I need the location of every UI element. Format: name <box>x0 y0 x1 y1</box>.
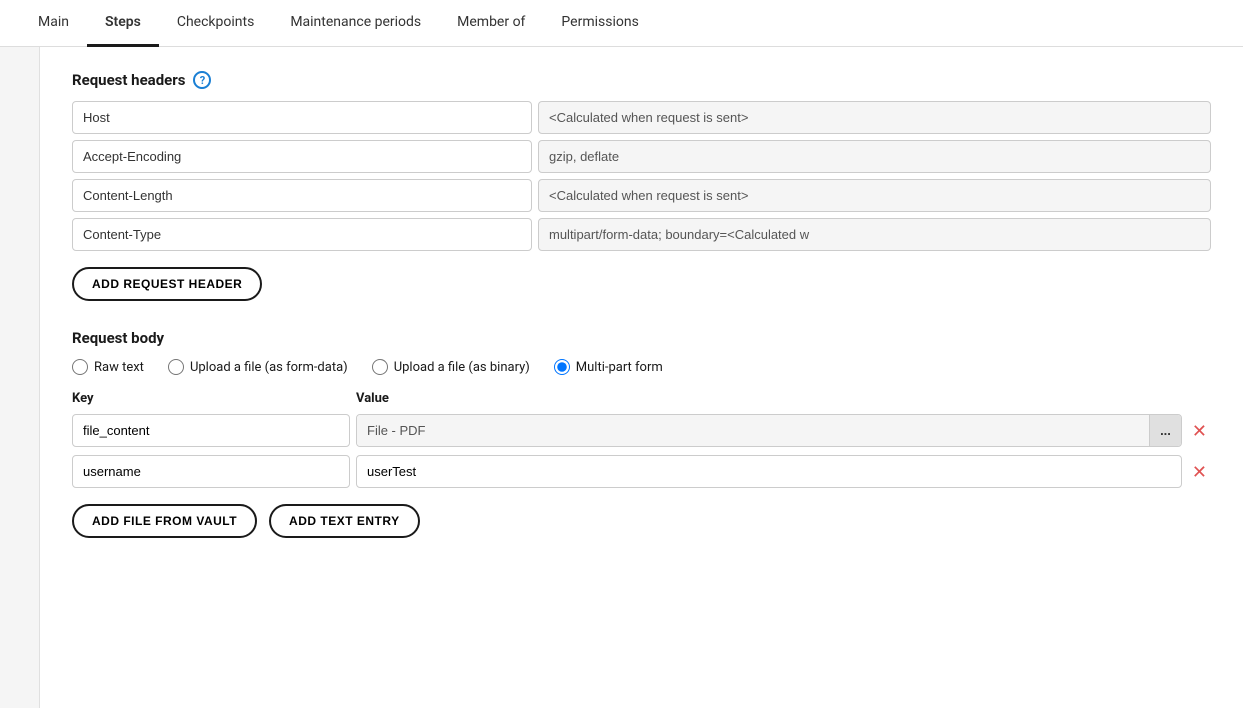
header-row <box>72 101 1211 134</box>
tab-permissions[interactable]: Permissions <box>543 0 656 47</box>
kv-row: ✕ <box>72 455 1211 488</box>
kv-key-header: Key <box>72 391 350 406</box>
kv-key-username[interactable] <box>72 455 350 488</box>
sidebar <box>0 47 40 708</box>
header-value-content-length[interactable] <box>538 179 1211 212</box>
main-panel: Request headers ? <box>40 47 1243 708</box>
radio-upload-form-data-input[interactable] <box>168 359 184 375</box>
request-body-section: Request body Raw text Upload a file (as … <box>72 329 1211 538</box>
request-headers-section-title: Request headers ? <box>72 71 1211 89</box>
radio-multi-part[interactable]: Multi-part form <box>554 359 663 375</box>
radio-upload-binary[interactable]: Upload a file (as binary) <box>372 359 530 375</box>
radio-upload-form-data-label: Upload a file (as form-data) <box>190 360 348 375</box>
kv-value-file-content[interactable] <box>357 415 1149 446</box>
kv-value-file-content-wrapper: ... <box>356 414 1182 447</box>
add-file-from-vault-button[interactable]: ADD FILE FROM VAULT <box>72 504 257 538</box>
tab-bar: Main Steps Checkpoints Maintenance perio… <box>0 0 1243 47</box>
request-headers-help-icon[interactable]: ? <box>193 71 211 89</box>
page-content: Request headers ? <box>0 47 1243 708</box>
tab-member-of[interactable]: Member of <box>439 0 543 47</box>
header-row <box>72 218 1211 251</box>
header-key-host[interactable] <box>72 101 532 134</box>
radio-upload-binary-label: Upload a file (as binary) <box>394 360 530 375</box>
kv-browse-button[interactable]: ... <box>1149 415 1181 446</box>
radio-upload-form-data[interactable]: Upload a file (as form-data) <box>168 359 348 375</box>
kv-value-username[interactable] <box>356 455 1182 488</box>
radio-raw-text-input[interactable] <box>72 359 88 375</box>
action-buttons: ADD FILE FROM VAULT ADD TEXT ENTRY <box>72 504 1211 538</box>
request-headers-label: Request headers <box>72 71 185 89</box>
request-body-section-title: Request body <box>72 329 1211 347</box>
header-row <box>72 179 1211 212</box>
header-key-content-length[interactable] <box>72 179 532 212</box>
header-value-host[interactable] <box>538 101 1211 134</box>
tab-steps[interactable]: Steps <box>87 0 159 47</box>
request-body-label: Request body <box>72 329 164 347</box>
tab-main[interactable]: Main <box>20 0 87 47</box>
header-key-content-type[interactable] <box>72 218 532 251</box>
add-request-header-button[interactable]: ADD REQUEST HEADER <box>72 267 262 301</box>
radio-raw-text-label: Raw text <box>94 360 144 375</box>
kv-delete-button-0[interactable]: ✕ <box>1188 418 1211 444</box>
radio-upload-binary-input[interactable] <box>372 359 388 375</box>
tab-checkpoints[interactable]: Checkpoints <box>159 0 272 47</box>
kv-delete-button-1[interactable]: ✕ <box>1188 459 1211 485</box>
kv-rows: ... ✕ ✕ <box>72 414 1211 488</box>
header-value-content-type[interactable] <box>538 218 1211 251</box>
header-value-accept-encoding[interactable] <box>538 140 1211 173</box>
header-row <box>72 140 1211 173</box>
kv-value-header: Value <box>356 391 1211 406</box>
radio-group: Raw text Upload a file (as form-data) Up… <box>72 359 1211 375</box>
radio-multi-part-label: Multi-part form <box>576 360 663 375</box>
request-headers-rows <box>72 101 1211 251</box>
kv-column-headers: Key Value <box>72 391 1211 406</box>
close-icon: ✕ <box>1192 422 1207 440</box>
radio-multi-part-input[interactable] <box>554 359 570 375</box>
kv-key-file-content[interactable] <box>72 414 350 447</box>
tab-maintenance[interactable]: Maintenance periods <box>272 0 439 47</box>
radio-raw-text[interactable]: Raw text <box>72 359 144 375</box>
kv-row: ... ✕ <box>72 414 1211 447</box>
header-key-accept-encoding[interactable] <box>72 140 532 173</box>
close-icon: ✕ <box>1192 463 1207 481</box>
add-text-entry-button[interactable]: ADD TEXT ENTRY <box>269 504 420 538</box>
